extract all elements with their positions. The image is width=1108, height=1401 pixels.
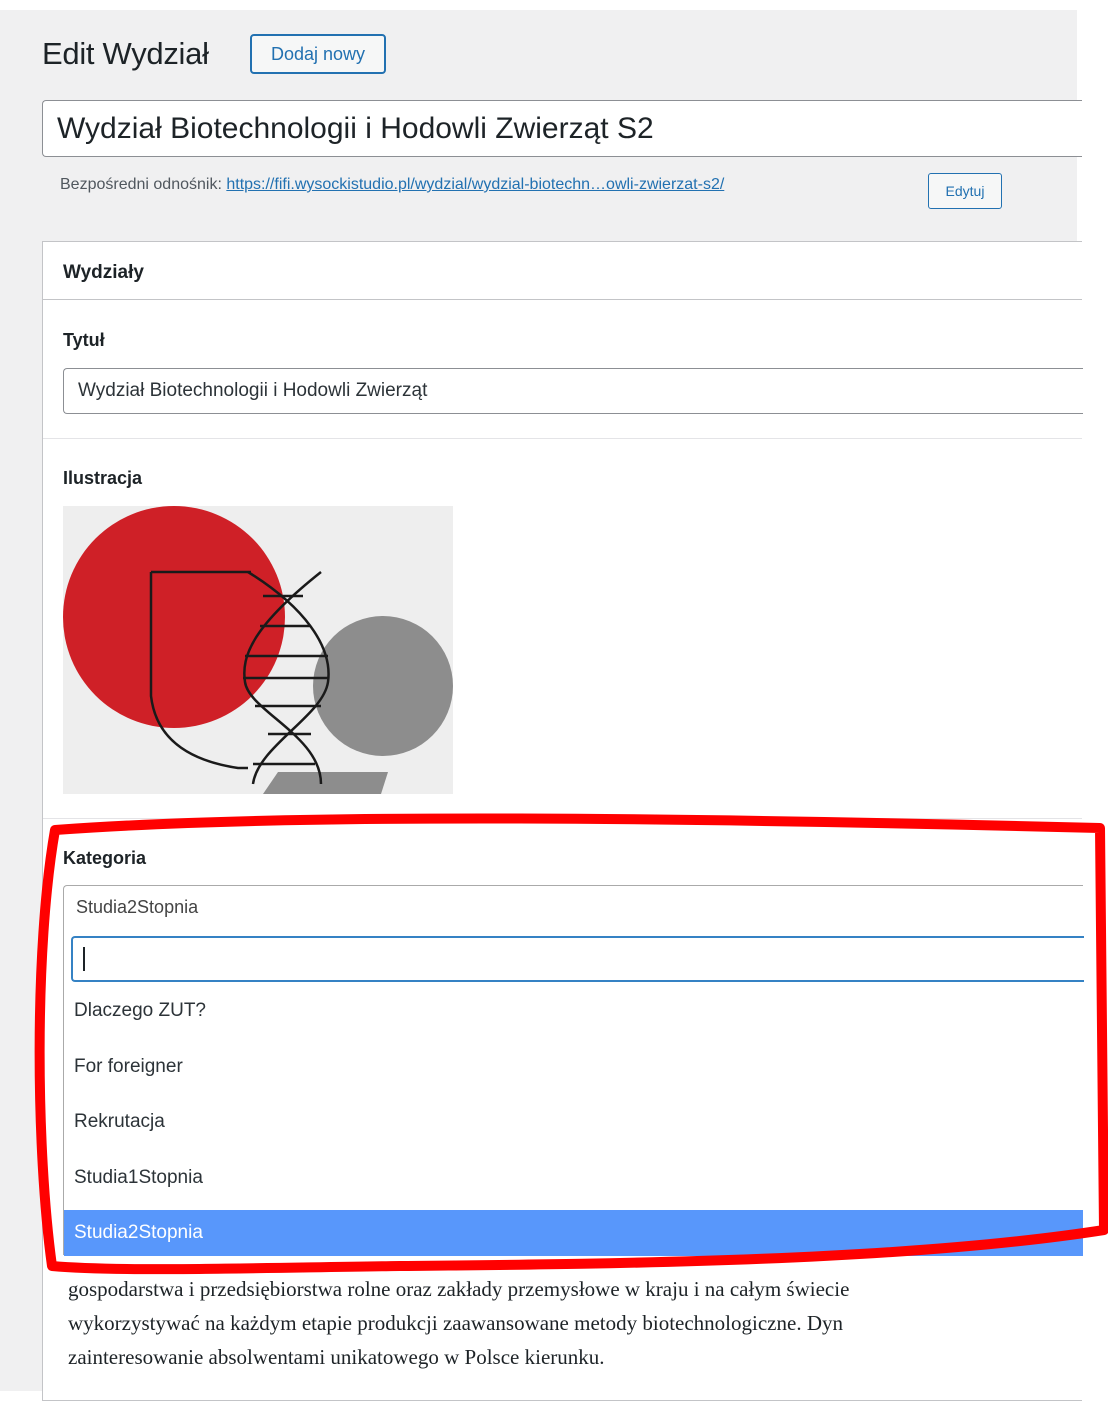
add-new-button[interactable]: Dodaj nowy [250,34,386,74]
illustration-graphic [63,506,453,794]
editor-line: wykorzystywać na każdym etapie produkcji… [68,1311,843,1335]
page-title: Edit Wydział [42,36,209,71]
tytul-input[interactable]: Wydział Biotechnologii i Hodowli Zwierzą… [63,368,1083,414]
permalink-label: Bezpośredni odnośnik: [60,176,222,193]
text-caret [83,947,85,971]
acf-metabox: Wydziały Tytuł Wydział Biotechnologii i … [42,241,1084,1401]
tytul-label: Tytuł [63,330,105,350]
editor-line: zainteresowanie absolwentami unikatowego… [68,1345,605,1369]
gray-circle-shape [313,616,453,756]
dropdown-option[interactable]: Studia1Stopnia [64,1155,1083,1201]
dropdown-option[interactable]: For foreigner [64,1044,1083,1090]
metabox-title: Wydziały [63,262,144,283]
permalink-link[interactable]: https://fifi.wysockistudio.pl/wydzial/wy… [226,176,724,193]
kategoria-select[interactable]: Studia2Stopnia [63,885,1083,929]
field-divider [43,438,1082,439]
permalink-edit-button[interactable]: Edytuj [928,173,1002,209]
ilustracja-label: Ilustracja [63,468,143,488]
editor-line: gospodarstwa i przedsiębiorstwa rolne or… [68,1277,850,1301]
dropdown-search-input[interactable] [71,936,1084,982]
field-divider [43,818,1082,819]
kategoria-dropdown: Dlaczego ZUT? For foreigner Rekrutacja S… [63,928,1084,1256]
editor-content[interactable]: gospodarstwa i przedsiębiorstwa rolne or… [68,1272,1078,1374]
dropdown-option[interactable]: Dlaczego ZUT? [64,988,1083,1034]
illustration-image[interactable] [63,506,453,794]
dropdown-option-selected[interactable]: Studia2Stopnia [64,1210,1083,1256]
dropdown-option[interactable]: Rekrutacja [64,1099,1083,1145]
kategoria-label: Kategoria [63,848,147,868]
permalink-row: Bezpośredni odnośnik: https://fifi.wysoc… [60,176,724,194]
post-title-input[interactable]: Wydział Biotechnologii i Hodowli Zwierzą… [42,100,1082,157]
gray-base-shape [263,772,388,794]
metabox-header[interactable]: Wydziały [43,242,1082,300]
